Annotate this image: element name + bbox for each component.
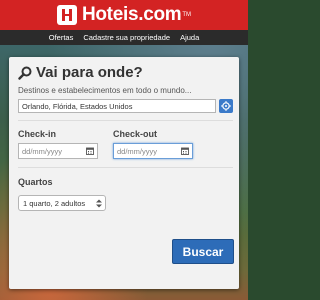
hotel-logo-icon [56,5,77,25]
rooms-select[interactable]: 1 quarto, 2 adultos [18,195,106,211]
rooms-value: 1 quarto, 2 adultos [23,199,86,208]
search-panel: Vai para onde? Destinos e estabeleciment… [9,57,239,289]
checkin-input[interactable]: dd/mm/yyyy [18,143,98,159]
trademark-mark: TM [182,12,192,18]
crosshair-icon [221,101,231,111]
current-location-button[interactable] [219,99,233,113]
brand-logo-text[interactable]: Hoteis.com [82,4,182,26]
search-button[interactable]: Buscar [172,239,234,264]
checkin-label: Check-in [18,129,57,139]
nav-link-list-property[interactable]: Cadastre sua propriedade [83,33,170,42]
destination-input[interactable]: Orlando, Flórida, Estados Unidos [18,99,216,113]
search-title: Vai para onde? [36,64,143,81]
divider [18,120,233,121]
site-header: Hoteis.com TM [0,0,248,30]
search-icon [18,66,32,80]
checkout-label: Check-out [113,129,158,139]
rooms-label: Quartos [18,177,53,187]
checkout-input[interactable]: dd/mm/yyyy [113,143,193,159]
select-arrows-icon [96,199,102,208]
checkin-placeholder: dd/mm/yyyy [22,147,63,156]
nav-link-offers[interactable]: Ofertas [49,33,74,42]
divider [18,167,233,168]
destination-hint: Destinos e estabelecimentos em todo o mu… [18,86,192,95]
top-nav: Ofertas Cadastre sua propriedade Ajuda [0,30,248,45]
nav-link-help[interactable]: Ajuda [180,33,199,42]
checkout-placeholder: dd/mm/yyyy [117,147,158,156]
panel-title: Vai para onde? [18,64,143,81]
calendar-icon[interactable] [181,147,189,155]
calendar-icon[interactable] [86,147,94,155]
